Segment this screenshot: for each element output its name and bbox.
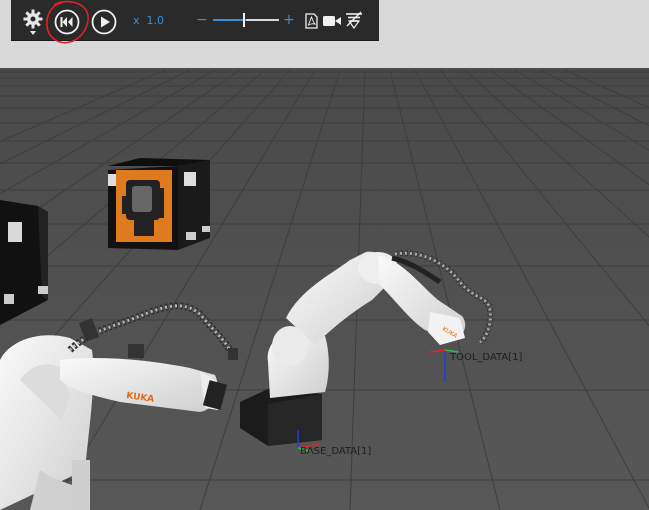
zoom-minus-button[interactable]: − (195, 11, 209, 29)
play-button[interactable] (91, 9, 117, 35)
signal-button[interactable] (344, 11, 364, 29)
zoom-plus-button[interactable]: + (282, 11, 296, 29)
3d-viewport[interactable]: KUKA KUKA (0, 0, 649, 510)
speed-prefix: x (133, 14, 140, 27)
record-video-button[interactable] (322, 13, 342, 29)
signal-icon (346, 11, 362, 29)
speed-value: 1.0 (146, 14, 165, 27)
tool-frame-label: TOOL_DATA[1] (450, 352, 523, 363)
video-camera-icon (323, 16, 341, 26)
slider-track-right (246, 19, 279, 21)
speed-slider[interactable] (213, 13, 279, 27)
tool-changer-cabinet (108, 158, 210, 250)
pdf-export-icon (304, 13, 318, 29)
pdf-export-button[interactable] (304, 12, 318, 30)
settings-button[interactable] (21, 8, 45, 36)
slider-handle[interactable] (243, 13, 245, 27)
simulation-window: KUKA KUKA TOOL_DATA[1] BASE_DATA[1] x 1.… (0, 0, 649, 510)
playback-speed[interactable]: x 1.0 (133, 13, 164, 29)
gear-icon (23, 9, 43, 35)
base-frame-label: BASE_DATA[1] (300, 446, 372, 457)
play-icon (91, 9, 117, 35)
red-circle-annotation (46, 0, 89, 44)
